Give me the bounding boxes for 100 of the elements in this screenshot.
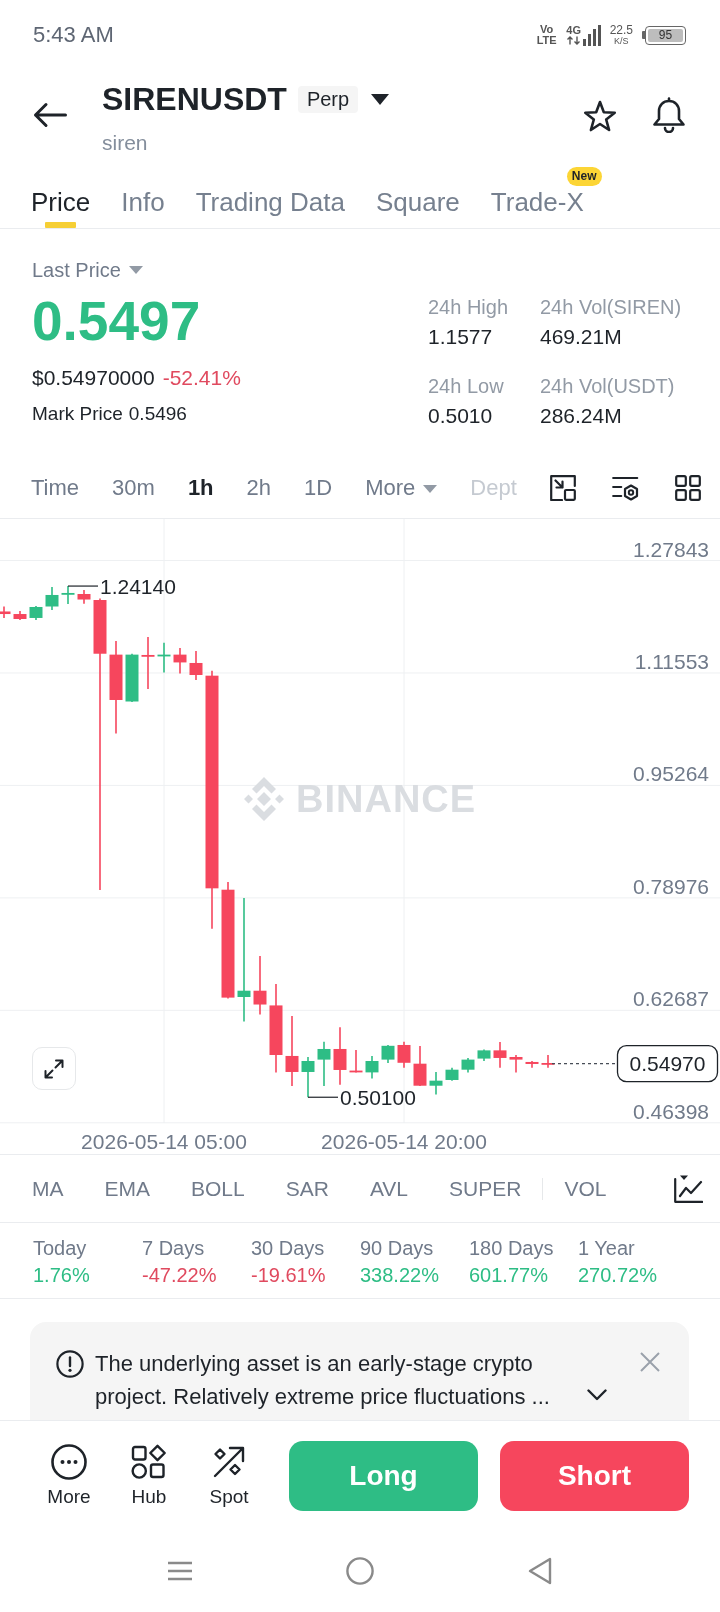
network-type: 4G xyxy=(565,25,582,36)
stat-label: 24h High xyxy=(428,295,510,320)
indicator-tab[interactable]: SAR xyxy=(285,1175,329,1202)
leader-line xyxy=(307,1096,339,1098)
last-price-tag: 0.54970 xyxy=(616,1044,719,1083)
action-button[interactable]: Spot xyxy=(189,1441,269,1508)
speed-unit: K/S xyxy=(613,36,630,46)
list-gear-icon[interactable] xyxy=(611,475,639,501)
price-axis-label: 0.78976 xyxy=(633,874,709,898)
tab[interactable]: Info xyxy=(121,165,165,228)
bell-icon[interactable] xyxy=(652,97,686,133)
candle xyxy=(173,647,187,675)
return-value: 1.76% xyxy=(33,1263,91,1288)
candle xyxy=(141,636,155,690)
candle xyxy=(61,585,75,605)
candle xyxy=(413,1045,427,1087)
period-label: 90 Days xyxy=(360,1236,435,1261)
new-badge: New xyxy=(566,167,602,186)
candle xyxy=(189,650,203,681)
candle xyxy=(349,1049,363,1074)
candle xyxy=(301,1056,315,1099)
short-button[interactable]: Short xyxy=(500,1441,689,1511)
corner-arrow-icon[interactable] xyxy=(549,475,576,501)
back-arrow-icon[interactable] xyxy=(33,102,67,128)
indicator-tab[interactable]: EMA xyxy=(104,1175,150,1202)
contract-badge: Perp xyxy=(297,85,359,113)
candle xyxy=(285,1015,299,1087)
return-value: 338.22% xyxy=(360,1263,440,1288)
stat-label: 24h Vol(USDT) xyxy=(540,374,676,399)
menu-icon[interactable] xyxy=(167,1561,193,1581)
price-change: -52.41% xyxy=(162,366,241,389)
caret-down-icon xyxy=(423,485,438,494)
period-label: 180 Days xyxy=(469,1236,555,1261)
data-arrows-icon xyxy=(565,36,582,45)
candle xyxy=(13,610,27,621)
tab[interactable]: Price xyxy=(31,165,91,228)
indicator-tab[interactable]: AVL xyxy=(369,1175,409,1202)
return-value: 601.77% xyxy=(469,1263,549,1288)
diamond-logo-icon xyxy=(244,777,284,821)
indicator-tab[interactable]: BOLL xyxy=(191,1175,245,1202)
line-chart-icon[interactable] xyxy=(674,1174,703,1203)
stat-label: 24h Vol(SIREN) xyxy=(540,295,683,320)
time-axis-label: 2026-05-14 05:00 xyxy=(81,1130,247,1153)
indicator-tab[interactable]: SUPER xyxy=(449,1175,522,1202)
pair-title[interactable]: SIRENUSDT xyxy=(102,79,287,119)
last-price-line xyxy=(551,1063,618,1065)
candle xyxy=(317,1040,331,1087)
back-icon[interactable] xyxy=(528,1557,552,1585)
expand-icon xyxy=(44,1058,64,1079)
fullscreen-button[interactable] xyxy=(32,1047,76,1090)
interval-tab[interactable]: 2h xyxy=(246,474,272,502)
candle xyxy=(45,586,59,611)
caret-down-icon[interactable] xyxy=(371,93,390,105)
stat-value: 0.5010 xyxy=(428,403,494,429)
star-icon[interactable] xyxy=(583,100,617,133)
period-label: 1 Year xyxy=(578,1236,636,1261)
candle xyxy=(365,1055,379,1080)
last-price: 0.5497 xyxy=(32,293,202,349)
return-value: 270.72% xyxy=(578,1263,658,1288)
chevron-down-icon[interactable] xyxy=(587,1389,607,1401)
tab[interactable]: Trading Data xyxy=(195,165,345,228)
candle xyxy=(477,1048,491,1062)
usd-price: $0.54970000 xyxy=(32,366,155,389)
status-time: 5:43 AM xyxy=(33,22,114,48)
interval-tab[interactable]: 30m xyxy=(112,474,155,502)
candle xyxy=(253,955,267,1016)
network-speed: 22.5 xyxy=(609,24,633,36)
period-label: 30 Days xyxy=(251,1236,326,1261)
interval-tab[interactable]: 1D xyxy=(304,474,333,502)
action-button[interactable]: More xyxy=(29,1441,109,1508)
price-axis-label: 0.46398 xyxy=(633,1099,709,1123)
period-label: Today xyxy=(33,1236,88,1261)
price-axis-label: 0.62687 xyxy=(633,987,709,1011)
tab[interactable]: Square xyxy=(375,165,460,228)
candle xyxy=(445,1066,459,1082)
action-button[interactable]: Hub xyxy=(109,1441,189,1508)
indicator-tab[interactable]: MA xyxy=(32,1175,64,1202)
stat-label: 24h Low xyxy=(428,374,505,399)
candle xyxy=(29,605,43,621)
more-dropdown[interactable]: More xyxy=(365,474,438,502)
long-button[interactable]: Long xyxy=(289,1441,478,1511)
return-value: -47.22% xyxy=(142,1263,218,1288)
high-price-label: 1.24140 xyxy=(100,574,176,598)
interval-tab[interactable]: Time xyxy=(31,474,80,502)
home-icon[interactable] xyxy=(346,1557,374,1585)
period-label: 7 Days xyxy=(142,1236,206,1261)
signal-icon xyxy=(582,24,602,46)
mark-price-label: Mark Price xyxy=(32,403,123,424)
stat-value: 469.21M xyxy=(540,324,623,350)
indicator-tab[interactable]: VOL xyxy=(564,1175,607,1202)
interval-tab[interactable]: 1h xyxy=(187,474,214,502)
last-price-label[interactable]: Last Price xyxy=(32,258,121,282)
battery-percent: 95 xyxy=(648,28,683,42)
price-axis-label: 1.27843 xyxy=(633,537,709,561)
low-price-label: 0.50100 xyxy=(340,1085,416,1109)
notice-text: The underlying asset is an early-stage crypto project. Relatively extreme price fluctuations ... xyxy=(95,1350,551,1411)
candle xyxy=(125,652,139,703)
grid-icon[interactable] xyxy=(674,475,701,501)
candle xyxy=(333,1026,347,1086)
candle xyxy=(525,1060,539,1069)
